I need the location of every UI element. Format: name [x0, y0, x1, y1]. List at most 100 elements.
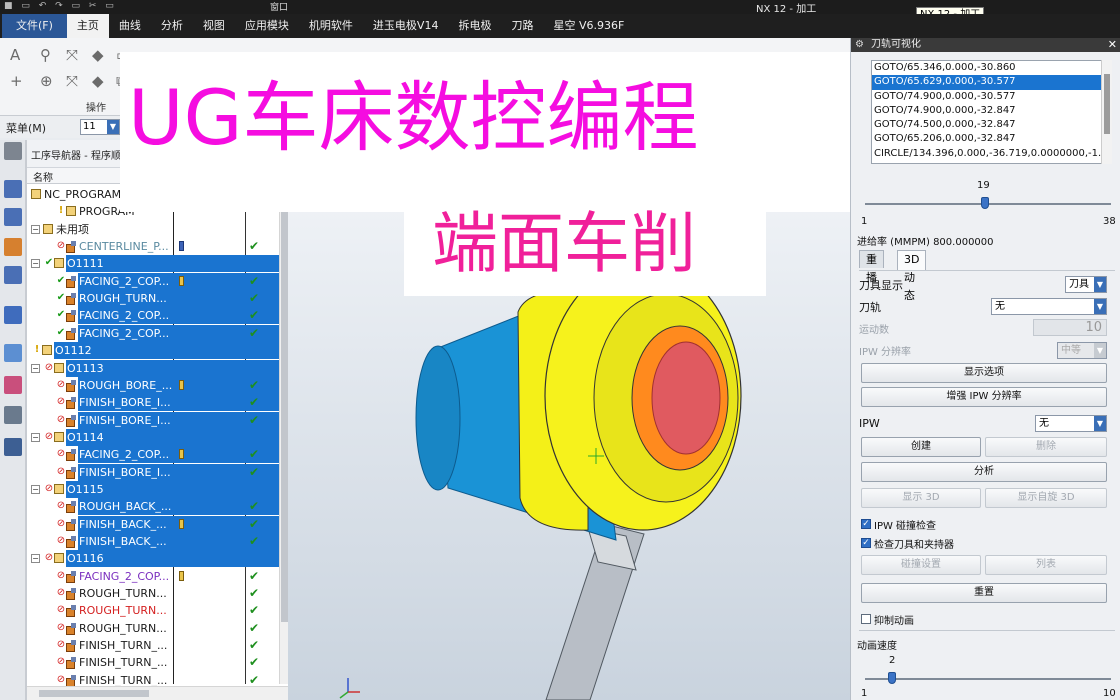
- quick-access-toolbar[interactable]: ■ ▭ ↶ ↷ ▭ ✂ ▭: [4, 1, 117, 11]
- operation-row[interactable]: ✔ ROUGH_TURN... ✔: [27, 290, 289, 308]
- program-row[interactable]: − ⊘ O1114: [27, 428, 289, 446]
- display-options-button[interactable]: 显示选项: [861, 363, 1107, 383]
- gear-icon[interactable]: ⚙: [855, 38, 864, 52]
- tool-holder-checkbox[interactable]: ✓: [861, 538, 871, 548]
- menu-item-10[interactable]: 星空 V6.936F: [543, 14, 634, 38]
- show-spin-3d-button[interactable]: 显示自旋 3D: [985, 488, 1107, 508]
- show-3d-button[interactable]: 显示 3D: [861, 488, 981, 508]
- menu-item-7[interactable]: 进玉电极V14: [363, 14, 449, 38]
- menu-item-4[interactable]: 视图: [193, 14, 235, 38]
- palette-icon[interactable]: [4, 376, 22, 394]
- pin-icon[interactable]: ⚲: [40, 46, 51, 64]
- suppress-animation-checkbox[interactable]: [861, 614, 871, 624]
- operation-row[interactable]: ⊘ ROUGH_BACK_... ✔: [27, 498, 289, 516]
- operation-row[interactable]: ⊘ FINISH_BORE_I... ✔: [27, 394, 289, 412]
- add-icon[interactable]: +: [10, 72, 23, 90]
- menu-item-6[interactable]: 机明软件: [299, 14, 363, 38]
- motion-count-input[interactable]: 10: [1033, 319, 1107, 336]
- operation-row[interactable]: ⊘ ROUGH_TURN... ✔: [27, 620, 289, 637]
- transform-icon[interactable]: ⤧: [66, 72, 78, 90]
- ipw-collision-checkbox[interactable]: ✓: [861, 519, 871, 529]
- expand-toggle-icon[interactable]: −: [31, 432, 40, 442]
- enhance-ipw-button[interactable]: 增强 IPW 分辨率: [861, 387, 1107, 407]
- geometry-nav-icon[interactable]: [4, 266, 22, 284]
- settings-icon[interactable]: [4, 142, 22, 160]
- scale-icon[interactable]: ⤧: [66, 46, 78, 64]
- menu-item-9[interactable]: 刀路: [501, 14, 543, 38]
- program-row[interactable]: − ⊘ O1116: [27, 550, 289, 568]
- text-icon[interactable]: A: [10, 46, 20, 64]
- toolpath-list-item[interactable]: CIRCLE/134.396,0.000,-36.719,0.0000000,-…: [872, 147, 1108, 161]
- menu-item-1[interactable]: 主页: [66, 14, 109, 38]
- reset-button[interactable]: 重置: [861, 583, 1107, 603]
- delete-button[interactable]: 删除: [985, 437, 1107, 457]
- slider1-knob[interactable]: [980, 197, 989, 209]
- expand-toggle-icon[interactable]: −: [31, 224, 40, 234]
- cube-icon[interactable]: ◆: [92, 46, 104, 64]
- operation-row[interactable]: ⊘ FINISH_TURN_... ✔: [27, 654, 289, 671]
- toolpath-list[interactable]: GOTO/65.346,0.000,-30.860 GOTO/65.629,0.0…: [871, 60, 1109, 164]
- program-row[interactable]: ! O1112: [27, 342, 289, 360]
- operation-row[interactable]: ⊘ FINISH_BACK_... ✔: [27, 515, 289, 533]
- menu-item-3[interactable]: 分析: [151, 14, 193, 38]
- expand-toggle-icon[interactable]: −: [31, 554, 40, 564]
- operation-row[interactable]: ⊘ FACING_2_COP... ✔: [27, 568, 289, 585]
- tool-display-select[interactable]: 刀具 ▼: [1065, 276, 1107, 293]
- column-name[interactable]: 名称: [33, 169, 53, 184]
- filter-combo[interactable]: 11 ▼: [80, 119, 120, 135]
- ipw-select[interactable]: 无 ▼: [1035, 415, 1107, 432]
- operation-row[interactable]: ⊘ FINISH_BORE_I... ✔: [27, 463, 289, 481]
- program-row[interactable]: − 未用项: [27, 221, 289, 238]
- roles-icon[interactable]: [4, 406, 22, 424]
- program-row[interactable]: − ✔ O1111: [27, 255, 289, 273]
- operation-row[interactable]: ⊘ FINISH_BACK_... ✔: [27, 533, 289, 550]
- slider2-knob[interactable]: [888, 672, 897, 684]
- program-row[interactable]: − ⊘ O1113: [27, 359, 289, 377]
- operation-row[interactable]: ⊘ FINISH_BORE_I... ✔: [27, 411, 289, 429]
- menu-button[interactable]: 菜单(M): [6, 120, 46, 136]
- operation-row[interactable]: ⊘ ROUGH_BORE_... ✔: [27, 376, 289, 394]
- analyze-button[interactable]: 分析: [861, 462, 1107, 482]
- navigator-hscroll[interactable]: [27, 686, 289, 700]
- menu-item-8[interactable]: 拆电极: [448, 14, 501, 38]
- menu-item-5[interactable]: 应用模块: [235, 14, 299, 38]
- expand-toggle-icon[interactable]: −: [31, 363, 40, 373]
- expand-toggle-icon[interactable]: −: [31, 259, 40, 269]
- ipw-resolution-select[interactable]: 中等 ▼: [1057, 342, 1107, 359]
- operation-row[interactable]: ✔ FACING_2_COP... ✔: [27, 272, 289, 290]
- toolpath-list-item[interactable]: GOTO/74.500,0.000,-32.847: [872, 118, 1108, 132]
- operation-row[interactable]: ⊘ ROUGH_TURN... ✔: [27, 602, 289, 619]
- reuse-library-icon[interactable]: [4, 306, 22, 324]
- machine-nav-icon[interactable]: [4, 208, 22, 226]
- tab-3d-dynamic[interactable]: 3D 动态: [897, 250, 927, 302]
- toolpath-list-item[interactable]: GOTO/65.206,0.000,-32.847: [872, 132, 1108, 146]
- toolpath-select[interactable]: 无 ▼: [991, 298, 1107, 315]
- toolpath-list-item[interactable]: GOTO/74.900,0.000,-32.847: [872, 104, 1108, 118]
- window-menu[interactable]: 窗口: [270, 0, 288, 13]
- operation-row[interactable]: ⊘ ROUGH_TURN... ✔: [27, 585, 289, 602]
- navigator-icon[interactable]: [4, 180, 22, 198]
- menu-item-2[interactable]: 曲线: [109, 14, 151, 38]
- toolpath-list-scrollbar[interactable]: [1101, 60, 1112, 164]
- menu-item-0[interactable]: 文件(F): [2, 14, 67, 38]
- tab-replay[interactable]: 重播: [859, 250, 884, 284]
- expand-toggle-icon[interactable]: −: [31, 484, 40, 494]
- close-icon[interactable]: ✕: [1108, 38, 1117, 52]
- method-nav-icon[interactable]: [4, 238, 22, 256]
- toolpath-list-item[interactable]: GOTO/65.346,0.000,-30.860: [872, 61, 1108, 75]
- program-row[interactable]: − ⊘ O1115: [27, 480, 289, 498]
- create-button[interactable]: 创建: [861, 437, 981, 457]
- solid-icon[interactable]: ◆: [92, 72, 104, 90]
- history-icon[interactable]: [4, 344, 22, 362]
- ug-icon[interactable]: [4, 438, 22, 456]
- collision-settings-button[interactable]: 碰撞设置: [861, 555, 981, 575]
- operation-row[interactable]: ✔ FACING_2_COP... ✔: [27, 324, 289, 342]
- toolpath-list-item[interactable]: GOTO/65.629,0.000,-30.577: [872, 75, 1108, 90]
- list-button[interactable]: 列表: [985, 555, 1107, 575]
- operation-row[interactable]: ⊘ FINISH_TURN_... ✔: [27, 637, 289, 654]
- toolpath-list-item[interactable]: GOTO/74.900,0.000,-30.577: [872, 90, 1108, 104]
- slider2-track[interactable]: [865, 678, 1111, 680]
- operation-row[interactable]: ⊘ FACING_2_COP... ✔: [27, 446, 289, 464]
- move-icon[interactable]: ⊕: [40, 72, 53, 90]
- operation-row[interactable]: ✔ FACING_2_COP... ✔: [27, 307, 289, 325]
